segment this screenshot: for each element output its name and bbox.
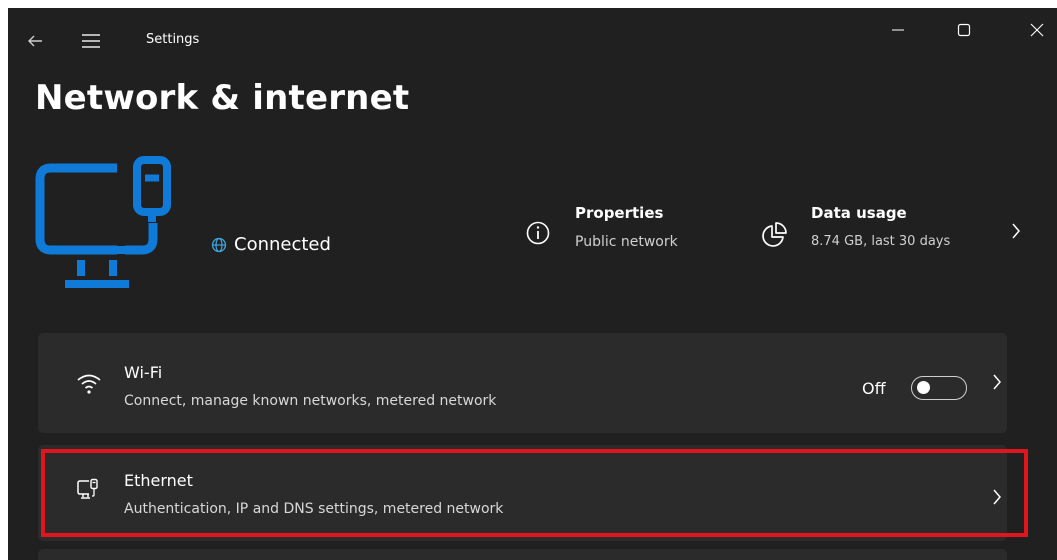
ethernet-card[interactable]: Ethernet Authentication, IP and DNS sett…	[38, 445, 1007, 541]
chevron-right-icon	[990, 373, 1004, 395]
status-text: Connected	[234, 234, 331, 255]
data-usage-title: Data usage	[811, 204, 907, 222]
wifi-toggle-label: Off	[862, 379, 886, 398]
close-icon[interactable]	[1014, 14, 1057, 46]
settings-window: Settings Network & internet Connected Pr…	[8, 8, 1057, 560]
page-title: Network & internet	[35, 78, 410, 118]
next-card[interactable]	[38, 549, 1007, 560]
ethernet-title: Ethernet	[124, 471, 193, 490]
hamburger-menu-icon[interactable]	[78, 28, 104, 54]
back-arrow-icon[interactable]	[22, 28, 48, 54]
wifi-subtitle: Connect, manage known networks, metered …	[124, 393, 497, 409]
globe-icon	[211, 237, 227, 253]
minimize-icon[interactable]	[875, 14, 921, 46]
wifi-card[interactable]: Wi-Fi Connect, manage known networks, me…	[38, 333, 1007, 433]
wifi-toggle[interactable]	[911, 376, 967, 400]
chevron-right-icon	[990, 488, 1004, 510]
ethernet-subtitle: Authentication, IP and DNS settings, met…	[124, 501, 504, 517]
toggle-knob	[917, 381, 930, 394]
properties-title: Properties	[575, 204, 664, 222]
title-bar: Settings	[8, 8, 1057, 72]
ethernet-computer-icon	[35, 150, 185, 300]
pie-chart-icon	[759, 220, 789, 254]
info-icon	[525, 220, 551, 250]
maximize-icon[interactable]	[941, 14, 987, 46]
properties-subtitle: Public network	[575, 234, 678, 250]
ethernet-icon	[76, 478, 100, 506]
connection-status: Connected	[211, 234, 331, 255]
chevron-right-icon	[1009, 222, 1023, 244]
properties-link[interactable]: Properties Public network	[525, 204, 725, 264]
data-usage-link[interactable]: Data usage 8.74 GB, last 30 days	[759, 204, 1049, 264]
window-title: Settings	[146, 32, 200, 47]
wifi-title: Wi-Fi	[124, 363, 163, 382]
data-usage-subtitle: 8.74 GB, last 30 days	[811, 234, 951, 249]
wifi-icon	[76, 373, 102, 399]
